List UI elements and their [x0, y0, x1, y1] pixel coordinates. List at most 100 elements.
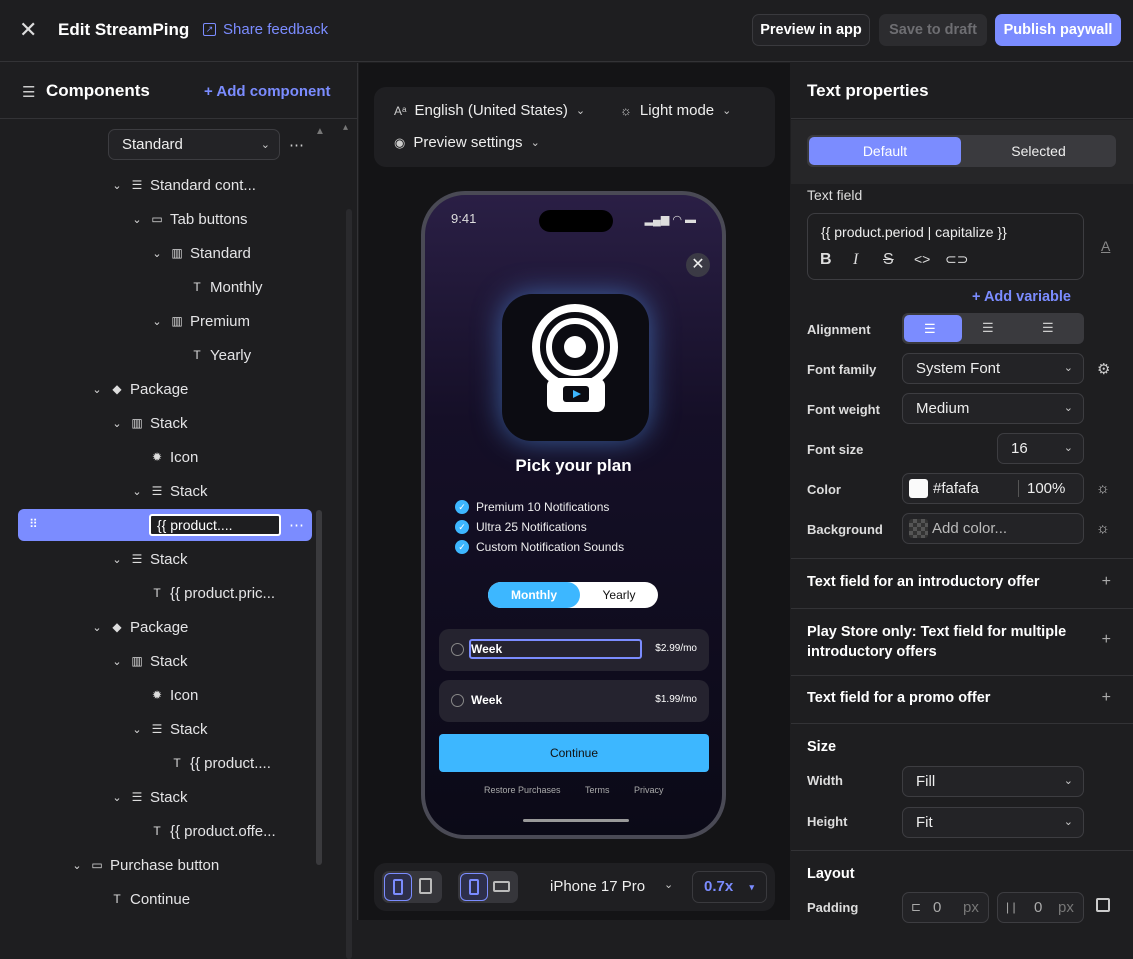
language-selector[interactable]: Aᵃ English (United States) ⌄	[394, 102, 585, 119]
terms-link[interactable]: Terms	[585, 785, 610, 795]
code-icon[interactable]: <>	[914, 251, 930, 267]
tree-item[interactable]: T {{ product.pric...	[150, 576, 275, 610]
plus-icon[interactable]: +	[1102, 573, 1111, 591]
state-selected-tab[interactable]: Selected	[963, 137, 1114, 165]
plus-icon[interactable]: +	[1102, 631, 1111, 649]
tree-item[interactable]: ⌄ ▥ Stack	[110, 406, 187, 440]
more-options-icon[interactable]: ⋯	[289, 136, 304, 154]
chevron-down-icon[interactable]: ⌄	[110, 655, 124, 668]
chevron-down-icon[interactable]: ⌄	[664, 878, 673, 891]
device-selector[interactable]: iPhone 17 Pro	[550, 878, 645, 895]
align-center-icon[interactable]: ☰	[982, 320, 994, 336]
chevron-down-icon[interactable]: ⌄	[110, 553, 124, 566]
font-family-select[interactable]: System Font ⌄	[902, 353, 1084, 384]
tablet-icon[interactable]	[412, 873, 440, 901]
tree-item[interactable]: ⌄ ☰ Stack	[110, 542, 187, 576]
align-left-button[interactable]: ☰	[904, 315, 962, 342]
tree-item[interactable]: ⌄ ◆ Package	[90, 610, 188, 644]
height-select[interactable]: Fit ⌄	[902, 807, 1084, 838]
text-field-input[interactable]: {{ product.period | capitalize }} B I S …	[807, 213, 1084, 280]
tree-item[interactable]: ⌄ ▥ Standard	[150, 236, 251, 270]
tree-item[interactable]: ✹ Icon	[150, 440, 198, 474]
tree-item[interactable]: ⌄ ◆ Package	[90, 372, 188, 406]
tree-item[interactable]: T Continue	[110, 882, 190, 916]
tab-monthly[interactable]: Monthly	[488, 582, 580, 608]
chevron-down-icon[interactable]: ⌄	[130, 213, 144, 226]
plus-icon[interactable]: +	[1102, 689, 1111, 707]
radio-icon[interactable]	[451, 643, 464, 656]
row-more-icon[interactable]: ⋯	[289, 516, 304, 534]
add-component-button[interactable]: + Add component	[204, 83, 331, 100]
drag-handle-icon[interactable]: ⠿	[29, 517, 38, 531]
chevron-down-icon[interactable]: ⌄	[130, 723, 144, 736]
scrollbar-outer[interactable]	[346, 209, 352, 959]
italic-icon[interactable]: I	[853, 251, 858, 269]
tree-item[interactable]: T Monthly	[190, 270, 262, 304]
state-default-tab[interactable]: Default	[809, 137, 961, 165]
tree-item[interactable]: ⌄ ▥ Premium	[150, 304, 250, 338]
promo-offer-section[interactable]: Text field for a promo offer	[807, 690, 990, 706]
tree-item[interactable]: T {{ product....	[170, 746, 271, 780]
share-feedback-link[interactable]: ↗ Share feedback	[203, 21, 328, 38]
transparent-swatch[interactable]	[909, 519, 928, 538]
width-select[interactable]: Fill ⌄	[902, 766, 1084, 797]
chevron-down-icon[interactable]: ⌄	[110, 791, 124, 804]
text-style-icon[interactable]: A	[1101, 238, 1110, 254]
tree-item[interactable]: ⌄ ☰ Stack	[110, 780, 187, 814]
font-size-select[interactable]: 16 ⌄	[997, 433, 1084, 464]
tab-yearly[interactable]: Yearly	[580, 582, 658, 608]
tree-item-rename-input[interactable]: {{ product....	[149, 514, 281, 536]
tree-item[interactable]: ⌄ ▭ Purchase button	[70, 848, 219, 882]
intro-offer-section[interactable]: Text field for an introductory offer	[807, 574, 1040, 590]
chevron-down-icon[interactable]: ⌄	[130, 485, 144, 498]
padding-expand-icon[interactable]	[1096, 898, 1110, 912]
close-icon[interactable]: ✕	[19, 19, 41, 41]
package-card[interactable]: Week $1.99/mo	[439, 680, 709, 722]
package-card[interactable]: Week $2.99/mo	[439, 629, 709, 671]
publish-paywall-button[interactable]: Publish paywall	[995, 14, 1121, 46]
zoom-selector[interactable]: 0.7x ▾	[692, 871, 767, 903]
sun-icon[interactable]: ☼	[1096, 480, 1110, 497]
restore-purchases-link[interactable]: Restore Purchases	[484, 785, 561, 795]
scrollbar-inner[interactable]	[316, 510, 322, 865]
link-icon[interactable]: ⊂⊃	[945, 251, 968, 268]
color-swatch[interactable]	[909, 479, 928, 498]
color-input[interactable]: #fafafa 100%	[902, 473, 1084, 504]
save-to-draft-button[interactable]: Save to draft	[879, 14, 987, 46]
sun-icon[interactable]: ☼	[1096, 520, 1110, 537]
chevron-down-icon[interactable]: ⌄	[110, 417, 124, 430]
tree-item[interactable]: T {{ product.offe...	[150, 814, 275, 848]
bold-icon[interactable]: B	[820, 251, 832, 269]
strikethrough-icon[interactable]: S	[883, 251, 894, 269]
chevron-down-icon[interactable]: ⌄	[150, 315, 164, 328]
portrait-icon[interactable]	[460, 873, 488, 901]
chevron-down-icon[interactable]: ⌄	[90, 383, 104, 396]
preview-in-app-button[interactable]: Preview in app	[752, 14, 870, 46]
background-input[interactable]: Add color...	[902, 513, 1084, 544]
preview-settings-selector[interactable]: ◉ Preview settings ⌄	[394, 134, 540, 151]
align-right-icon[interactable]: ☰	[1042, 320, 1054, 336]
tree-item[interactable]: ⌄ ☰ Standard cont...	[110, 168, 256, 202]
padding-horizontal-input[interactable]: | | 0 px	[997, 892, 1084, 923]
font-weight-select[interactable]: Medium ⌄	[902, 393, 1084, 424]
continue-button[interactable]: Continue	[439, 734, 709, 772]
scroll-up-icon[interactable]: ▲	[315, 126, 325, 137]
tree-item[interactable]: ⌄ ☰ Stack	[130, 712, 207, 746]
tree-item[interactable]: T Yearly	[190, 338, 251, 372]
tree-item[interactable]: ✹ Icon	[150, 678, 198, 712]
padding-vertical-input[interactable]: ⊏ 0 px	[902, 892, 989, 923]
radio-icon[interactable]	[451, 694, 464, 707]
tree-item[interactable]: ⌄ ☰ Stack	[130, 474, 207, 508]
plan-tab-toggle[interactable]: Monthly Yearly	[488, 582, 658, 608]
tree-item[interactable]: ⌄ ▥ Stack	[110, 644, 187, 678]
add-variable-button[interactable]: + Add variable	[972, 289, 1071, 305]
play-store-offers-section[interactable]: Play Store only: Text field for multiple…	[807, 622, 1077, 662]
scroll-up-icon[interactable]: ▴	[343, 122, 348, 133]
standard-dropdown[interactable]: Standard ⌄	[108, 129, 280, 160]
paywall-close-icon[interactable]: ✕	[686, 253, 710, 277]
phone-portrait-icon[interactable]	[384, 873, 412, 901]
chevron-down-icon[interactable]: ⌄	[90, 621, 104, 634]
chevron-down-icon[interactable]: ⌄	[150, 247, 164, 260]
chevron-down-icon[interactable]: ⌄	[70, 859, 84, 872]
gear-icon[interactable]: ⚙	[1097, 360, 1110, 378]
